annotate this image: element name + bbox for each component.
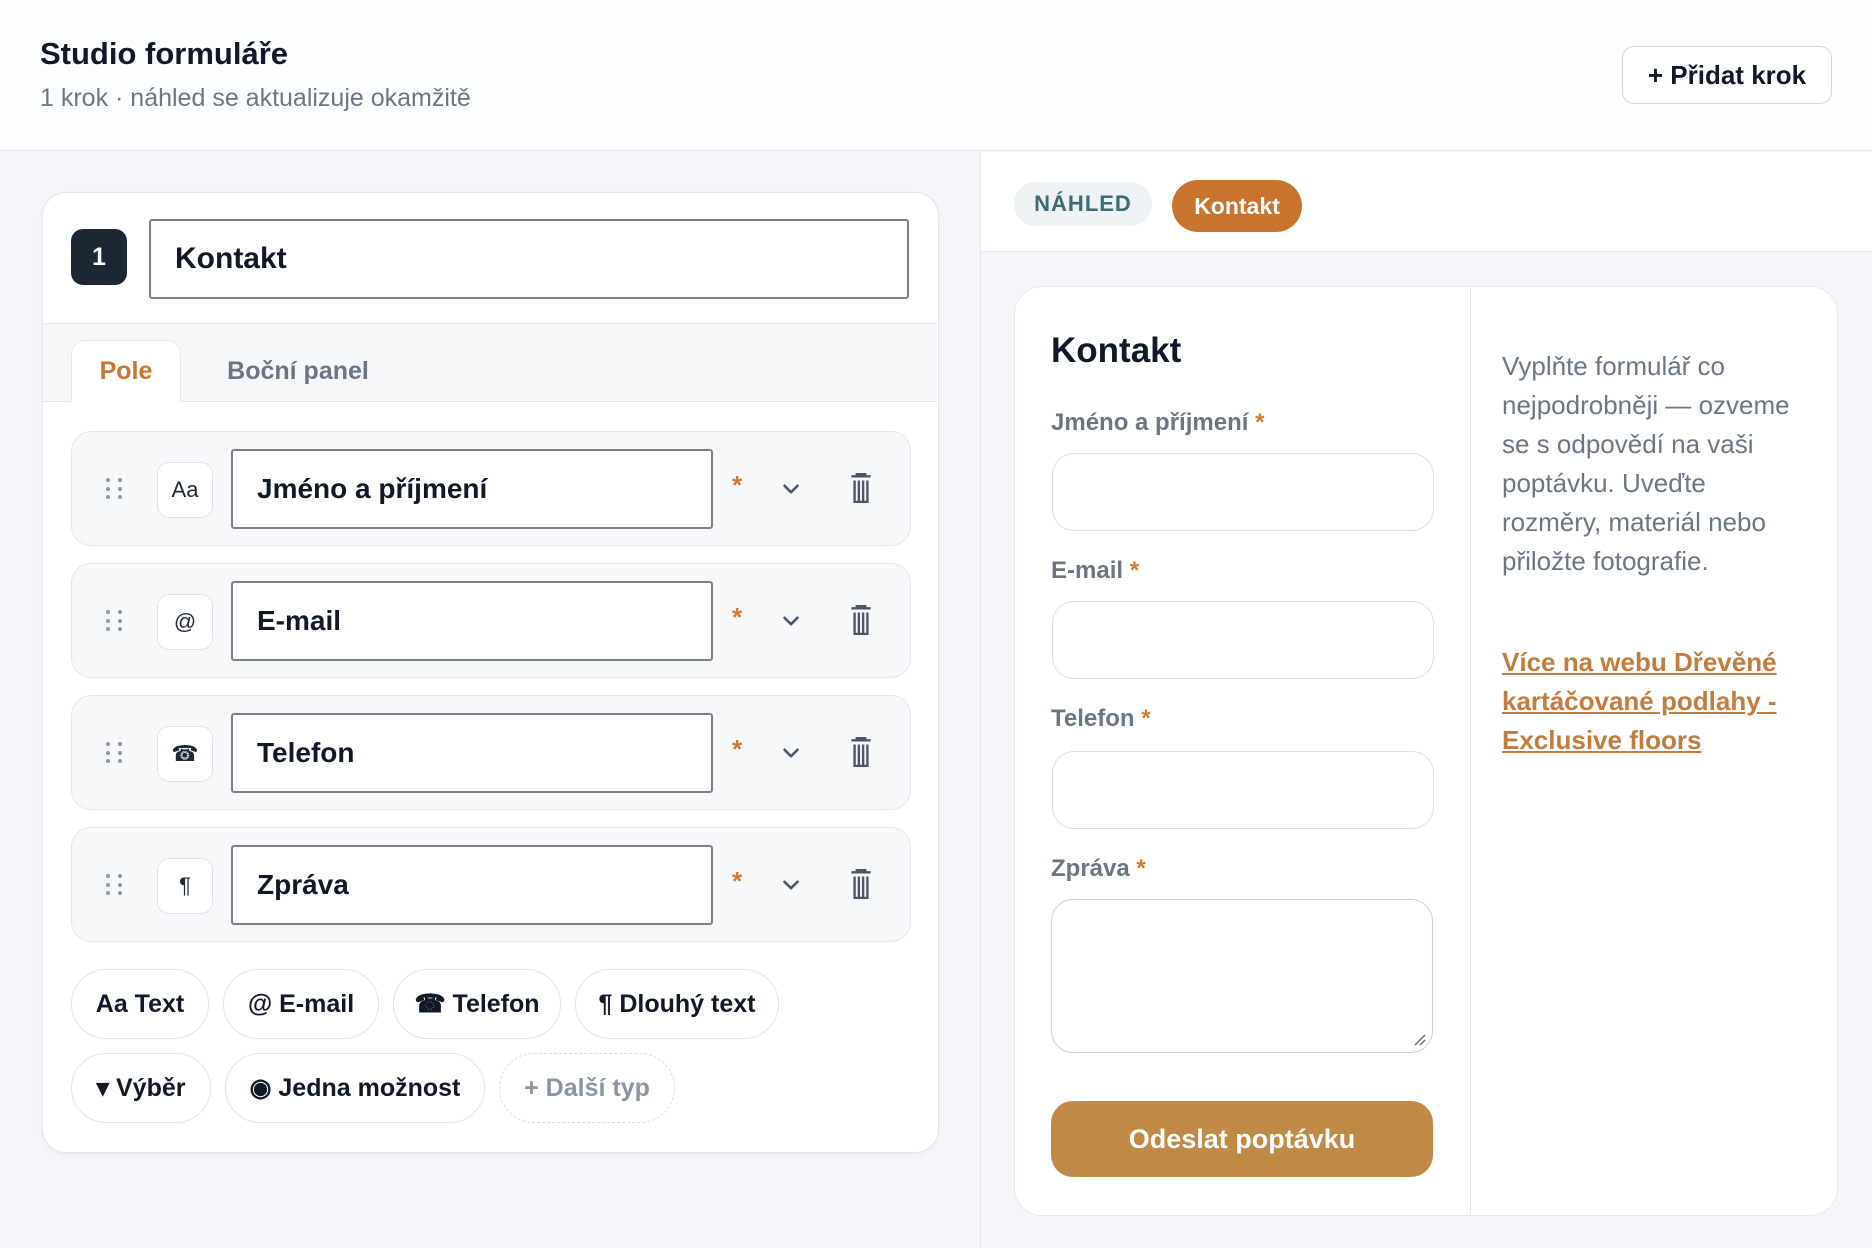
field-label-input[interactable]	[231, 581, 713, 661]
required-star[interactable]: *	[732, 602, 742, 633]
add-long-text-field-chip[interactable]: ¶ Dlouhý text	[575, 969, 779, 1039]
preview-step-pill[interactable]: Kontakt	[1172, 180, 1302, 232]
required-star: *	[1255, 409, 1265, 436]
trash-icon[interactable]	[848, 868, 874, 900]
required-star[interactable]: *	[732, 866, 742, 897]
add-step-button[interactable]: + Přidat krok	[1622, 46, 1832, 104]
step-card: 1 Pole Boční panel Aa * @ * ☎ * ¶ *	[42, 192, 939, 1153]
drag-handle-icon[interactable]	[106, 610, 124, 632]
add-email-field-chip[interactable]: @ E-mail	[223, 969, 379, 1039]
field-label-input[interactable]	[231, 845, 713, 925]
required-star: *	[1136, 855, 1146, 882]
required-star[interactable]: *	[732, 470, 742, 501]
preview-email-input[interactable]	[1052, 601, 1434, 679]
trash-icon[interactable]	[848, 604, 874, 636]
trash-icon[interactable]	[848, 736, 874, 768]
page-subtitle: 1 krok · náhled se aktualizuje okamžitě	[40, 84, 471, 112]
text-type-icon[interactable]: Aa	[157, 462, 213, 518]
preview-header: NÁHLED Kontakt	[981, 152, 1872, 252]
preview-name-input[interactable]	[1052, 453, 1434, 531]
phone-type-icon[interactable]: ☎	[157, 726, 213, 782]
step-number-badge: 1	[71, 229, 127, 285]
required-star[interactable]: *	[732, 734, 742, 765]
preview-label-text: Telefon	[1051, 705, 1135, 732]
trash-icon[interactable]	[848, 472, 874, 504]
resize-handle-icon[interactable]	[1412, 1032, 1426, 1046]
field-label-input[interactable]	[231, 713, 713, 793]
preview-field-label: Jméno a příjmení *	[1051, 409, 1264, 437]
drag-handle-icon[interactable]	[106, 742, 124, 764]
submit-inquiry-button[interactable]: Odeslat poptávku	[1051, 1101, 1433, 1177]
preview-sidebar-divider	[1470, 287, 1471, 1214]
field-row-name: Aa *	[71, 431, 911, 546]
editor-tabs: Pole Boční panel	[43, 324, 937, 402]
app-header: Studio formuláře 1 krok · náhled se aktu…	[0, 0, 1872, 151]
preview-field-label: E-mail *	[1051, 557, 1139, 585]
add-radio-field-chip[interactable]: ◉ Jedna možnost	[225, 1053, 485, 1123]
field-row-message: ¶ *	[71, 827, 911, 942]
tab-bocni-panel[interactable]: Boční panel	[213, 340, 383, 402]
drag-handle-icon[interactable]	[106, 478, 124, 500]
field-label-input[interactable]	[231, 449, 713, 529]
preview-label-text: Jméno a příjmení	[1051, 409, 1249, 436]
chevron-down-icon[interactable]	[778, 608, 804, 634]
step-title-input[interactable]	[149, 219, 909, 299]
preview-sidebar-link[interactable]: Více na webu Dřevěné kartáčované podlahy…	[1502, 643, 1812, 760]
form-preview-card: Kontakt Jméno a příjmení * E-mail * Tele…	[1014, 286, 1838, 1216]
add-phone-field-chip[interactable]: ☎ Telefon	[393, 969, 561, 1039]
more-field-types-chip[interactable]: + Další typ	[499, 1053, 675, 1123]
tab-pole[interactable]: Pole	[71, 340, 181, 402]
chevron-down-icon[interactable]	[778, 476, 804, 502]
drag-handle-icon[interactable]	[106, 874, 124, 896]
field-row-email: @ *	[71, 563, 911, 678]
preview-badge: NÁHLED	[1014, 182, 1152, 226]
email-type-icon[interactable]: @	[157, 594, 213, 650]
preview-message-textarea[interactable]	[1051, 899, 1433, 1053]
required-star: *	[1129, 557, 1140, 584]
add-text-field-chip[interactable]: Aa Text	[71, 969, 209, 1039]
page-title: Studio formuláře	[40, 36, 289, 71]
paragraph-type-icon[interactable]: ¶	[157, 858, 213, 914]
preview-phone-input[interactable]	[1052, 751, 1434, 829]
chevron-down-icon[interactable]	[778, 872, 804, 898]
form-preview-title: Kontakt	[1051, 331, 1182, 370]
preview-label-text: E-mail	[1051, 557, 1124, 584]
preview-sidebar-text: Vyplňte formulář co nejpodrobněji — ozve…	[1502, 351, 1790, 576]
add-select-field-chip[interactable]: ▾ Výběr	[71, 1053, 211, 1123]
preview-field-label: Telefon *	[1051, 705, 1151, 733]
field-row-phone: ☎ *	[71, 695, 911, 810]
preview-label-text: Zpráva	[1051, 855, 1130, 882]
chevron-down-icon[interactable]	[778, 740, 804, 766]
required-star: *	[1141, 705, 1151, 732]
preview-field-label: Zpráva *	[1051, 855, 1146, 883]
